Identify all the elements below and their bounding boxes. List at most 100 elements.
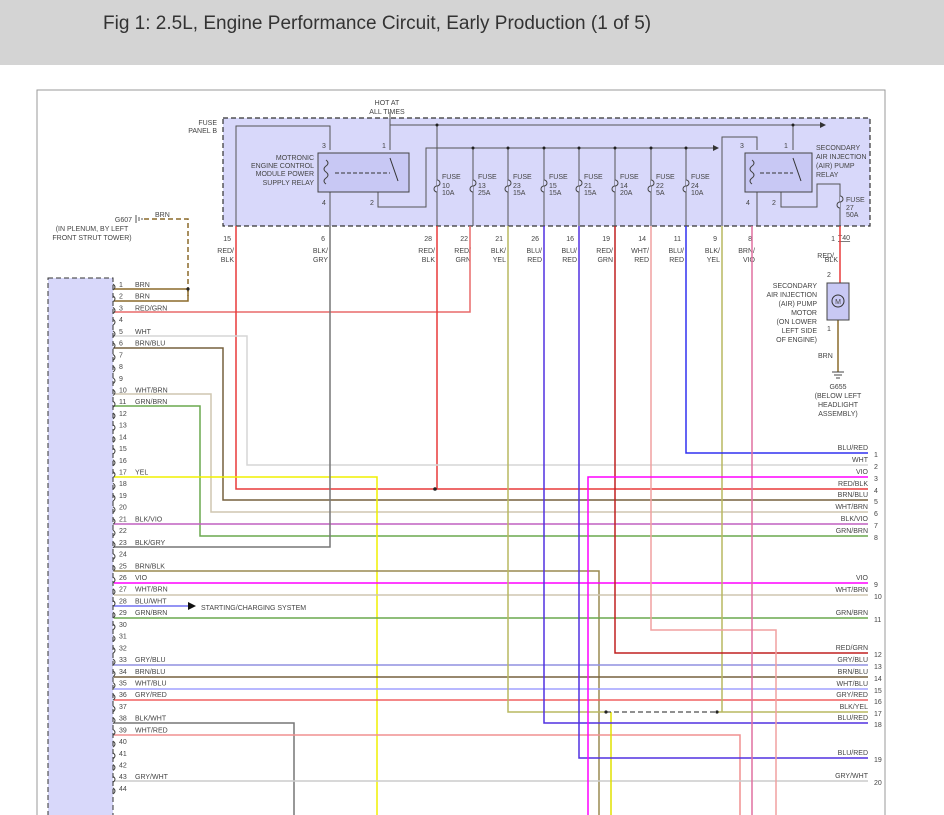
pin-number: 15	[119, 446, 127, 453]
wire-color-label: BRN	[818, 353, 833, 360]
wire-color-label: RED/GRN	[836, 645, 868, 652]
fuse-rating: 15A	[513, 190, 526, 197]
connector-pin: 12	[112, 411, 127, 420]
wire-color-label: BRN	[135, 294, 150, 301]
fuse-label: FUSE	[513, 174, 532, 181]
fuse-rating: 15A	[584, 190, 597, 197]
pin-number: 9	[119, 376, 123, 383]
row-number: 10	[874, 594, 882, 601]
pin-number: 29	[119, 610, 127, 617]
wire-color-label: GRY/BLU	[837, 657, 868, 664]
pin-number: 43	[119, 774, 127, 781]
wire-color-label: RED/GRN	[135, 305, 167, 312]
fuse-rating: 5A	[656, 190, 665, 197]
fuse-number: 13	[478, 183, 486, 190]
terminal-number: 28	[424, 236, 432, 243]
row-number: 4	[874, 488, 878, 495]
pin-number: 38	[119, 716, 127, 723]
fuse-rating: 10A	[442, 190, 455, 197]
wire-color-label: BLU/RED	[838, 750, 868, 757]
relay-pin: 4	[746, 200, 750, 207]
row-number: 17	[874, 711, 882, 718]
wire-color-label: RED	[562, 257, 577, 264]
connector-pin: 35 WHT/BLU	[112, 680, 167, 689]
pin-number: 20	[119, 505, 127, 512]
fuse-panel-terminal: 6 BLK/GRY	[313, 236, 329, 264]
terminal-number: 6	[321, 236, 325, 243]
connector-pin: 10 WHT/BRN	[112, 387, 168, 396]
pin-number: 18	[119, 481, 127, 488]
wire-color-label: BRN	[155, 212, 170, 219]
fuse-number: 14	[620, 183, 628, 190]
connector-pin: 6 BRN/BLU	[112, 341, 165, 349]
ecm-connector	[47, 277, 114, 815]
terminal-number: 26	[531, 236, 539, 243]
wiring-diagram: FUSE PANEL B HOT AT ALL TIMES 3 1 4 2 MO…	[36, 89, 886, 815]
wire-color-label: YEL	[135, 470, 148, 477]
fuse-panel-terminal: 28 RED/BLK	[418, 236, 435, 264]
connector-pin: 43 GRY/WHT	[112, 774, 169, 783]
motor-label: OF ENGINE)	[776, 337, 817, 344]
connector-pin: 13	[112, 423, 127, 432]
pin-number: 8	[119, 364, 123, 371]
pin-number: 31	[119, 634, 127, 641]
wire-color-label: BLK/GRY	[135, 540, 166, 547]
wire-color-label: BLK/VIO	[841, 516, 869, 523]
wire-color-label: GRN/BRN	[836, 528, 868, 535]
wire-color-label: WHT/BLU	[135, 680, 167, 687]
fuse-panel-terminal: 21 BLK/YEL	[491, 236, 506, 264]
pin-number: 28	[119, 598, 127, 605]
motor-label: AIR INJECTION	[766, 292, 817, 299]
fuse-label: FUSE	[442, 174, 461, 181]
pin-number: 11	[119, 399, 126, 406]
pin-number: 1	[119, 282, 123, 289]
pin-number: 41	[119, 751, 127, 758]
wire-color-label: RED/BLK	[838, 481, 868, 488]
harness-row: BLU/RED 19	[838, 750, 882, 764]
wire-color-label: VIO	[135, 575, 148, 582]
wire-color-label: BRN/BLK	[135, 563, 165, 570]
pin-number: 12	[119, 411, 127, 418]
hot-label: HOT AT	[375, 100, 400, 107]
motor-label: SECONDARY	[773, 283, 818, 290]
harness-row: GRY/WHT 20	[835, 773, 882, 787]
pin-number: 4	[119, 317, 123, 324]
wire-color-label: GRN	[455, 257, 471, 264]
ground-location: (BELOW LEFT	[815, 393, 862, 400]
connector-pin: 33 GRY/BLU	[112, 657, 166, 666]
motor-label: (AIR) PUMP	[779, 301, 818, 308]
wire-color-label: BLK/YEL	[840, 704, 869, 711]
harness-row: GRN/BRN 11	[836, 610, 882, 624]
fuse-panel-terminal: 8BRN/VIO	[738, 236, 755, 264]
secondary-air-pump-motor: M 2 1 SECONDARY AIR INJECTION (AIR) PUMP…	[766, 253, 850, 360]
relay-label: (AIR) PUMP	[816, 163, 855, 170]
connector-pin: 34 BRN/BLU	[112, 669, 165, 678]
wire-color-label: RED/	[418, 248, 435, 255]
row-number: 6	[874, 511, 878, 518]
wire-color-label: WHT/RED	[135, 727, 168, 734]
wire-color-label: VIO	[856, 575, 869, 582]
pin-number: 16	[119, 458, 127, 465]
relay-label: ENGINE CONTROL	[251, 163, 314, 170]
wire-color-label: GRN	[597, 257, 613, 264]
wire-color-label: RED/	[217, 248, 234, 255]
connector-pin: 28 BLU/WHT	[112, 598, 167, 607]
wire-color-label: BLU/	[526, 248, 542, 255]
fuse-rating: 15A	[549, 190, 562, 197]
terminal-number: 21	[495, 236, 503, 243]
wire-color-label: YEL	[707, 257, 720, 264]
connector-pin: 25 BRN/BLK	[112, 563, 165, 572]
pin-number: 35	[119, 680, 127, 687]
wire-color-label: WHT/	[631, 248, 649, 255]
starting-charging-system-link[interactable]: STARTING/CHARGING SYSTEM	[201, 605, 306, 612]
terminal-number: 1	[831, 236, 835, 243]
fuse-label: FUSE	[584, 174, 603, 181]
wire-color-label: RED/	[596, 248, 613, 255]
row-number: 9	[874, 582, 878, 589]
pin-number: 22	[119, 528, 127, 535]
wire-color-label: RED/	[454, 248, 471, 255]
motor-pin: 2	[827, 272, 831, 279]
row-number: 12	[874, 652, 882, 659]
connector-pin: 14	[112, 434, 127, 443]
pin-number: 39	[119, 727, 127, 734]
